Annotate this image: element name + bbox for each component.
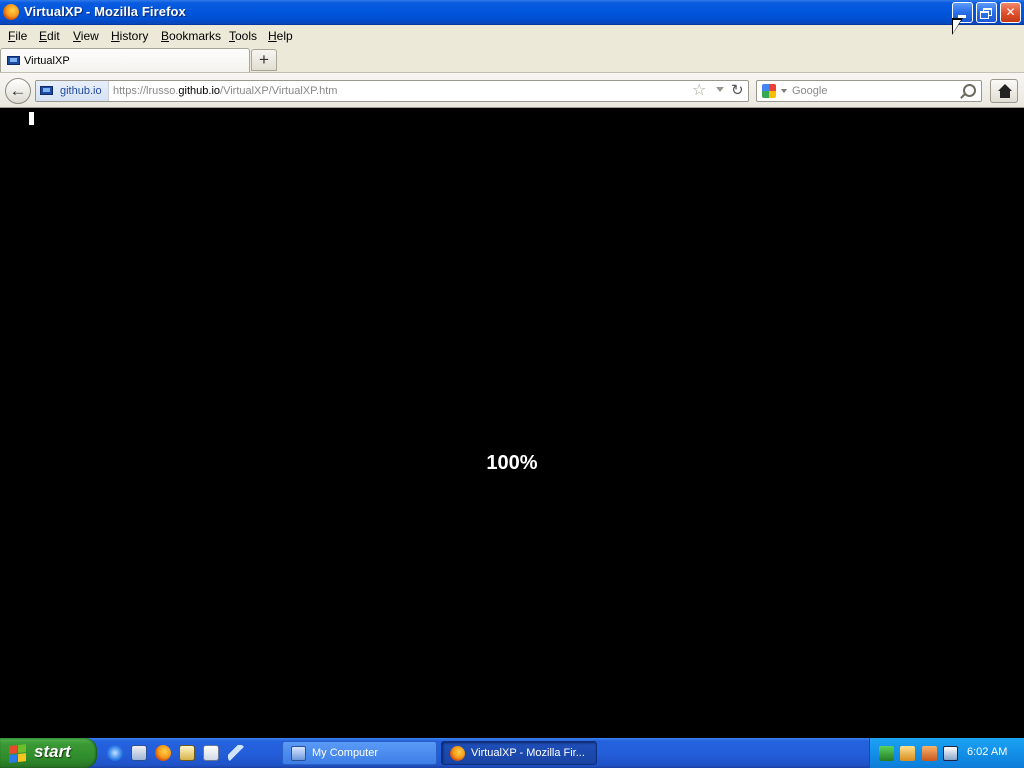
home-icon [998, 84, 1012, 91]
plane-icon[interactable] [228, 745, 244, 761]
url-path: /VirtualXP/VirtualXP.htm [220, 85, 338, 97]
tab-title: VirtualXP [24, 55, 70, 67]
loading-progress-text: 100% [486, 452, 538, 474]
url-host: github.io [178, 85, 221, 97]
taskbar: start My Computer VirtualXP - Mozilla Fi… [0, 738, 1024, 768]
new-tab-button[interactable]: + [251, 49, 277, 71]
clock[interactable]: 6:02 AM [967, 746, 1007, 758]
taskbar-button-my-computer[interactable]: My Computer [282, 741, 437, 765]
menu-help[interactable]: Help [268, 29, 293, 43]
identity-domain: github.io [60, 85, 102, 97]
google-icon[interactable] [762, 84, 776, 98]
menu-view[interactable]: View [73, 29, 99, 43]
navigation-toolbar: ← github.io https://lrusso.github.io/Vir… [0, 72, 1024, 108]
history-dropdown-icon[interactable] [716, 87, 724, 92]
start-button[interactable]: start [0, 738, 97, 768]
tray-media-icon[interactable] [922, 746, 937, 761]
search-placeholder: Google [792, 85, 828, 97]
taskbar-button-firefox[interactable]: VirtualXP - Mozilla Fir... [441, 741, 597, 765]
window-titlebar[interactable]: VirtualXP - Mozilla Firefox ✕ [0, 0, 1024, 25]
text-cursor [29, 112, 34, 125]
menu-edit[interactable]: Edit [39, 29, 60, 43]
system-tray: 6:02 AM [869, 738, 1024, 768]
start-label: start [34, 742, 71, 761]
restore-button[interactable] [976, 2, 997, 23]
desktop-screen: VirtualXP - Mozilla Firefox ✕ File Edit … [0, 0, 1024, 768]
menu-bookmarks[interactable]: Bookmarks [161, 29, 221, 43]
tab-strip: VirtualXP + [0, 46, 1024, 72]
reload-icon[interactable]: ↻ [731, 82, 744, 100]
task-label: VirtualXP - Mozilla Fir... [471, 747, 585, 759]
site-monitor-icon [40, 86, 53, 95]
back-button[interactable]: ← [5, 78, 31, 104]
url-bar[interactable]: github.io https://lrusso.github.io/Virtu… [35, 80, 749, 102]
task-label: My Computer [312, 747, 379, 759]
search-icon[interactable] [963, 84, 976, 97]
menu-bar: File Edit View History Bookmarks Tools H… [0, 25, 1024, 46]
url-text[interactable]: https://lrusso.github.io/VirtualXP/Virtu… [113, 85, 337, 97]
search-bar[interactable]: Google [756, 80, 982, 102]
back-arrow-icon: ← [9, 81, 27, 100]
site-monitor-icon [7, 56, 20, 65]
menu-tools[interactable]: Tools [229, 29, 257, 43]
tray-calendar-icon[interactable] [943, 746, 958, 761]
tab-virtualxp[interactable]: VirtualXP [0, 48, 250, 72]
windows-logo-icon [9, 744, 27, 763]
network-icon[interactable] [879, 746, 894, 761]
show-desktop-icon[interactable] [131, 745, 147, 761]
firefox-icon[interactable] [155, 745, 171, 761]
menu-file[interactable]: File [8, 29, 27, 43]
firefox-icon [450, 746, 465, 761]
restore-icon-back [980, 11, 989, 19]
home-icon-base [1000, 91, 1010, 98]
tray-app-icon[interactable] [900, 746, 915, 761]
window-title: VirtualXP - Mozilla Firefox [24, 4, 186, 19]
ie-icon[interactable] [107, 745, 123, 761]
mouse-pointer-icon [952, 18, 963, 35]
url-prefix: https://lrusso. [113, 85, 179, 97]
site-identity-button[interactable]: github.io [36, 81, 109, 101]
page-content[interactable]: 100% [0, 108, 1024, 738]
notes-icon[interactable] [179, 745, 195, 761]
my-computer-icon [291, 746, 306, 761]
bookmark-star-icon[interactable]: ☆ [692, 82, 706, 100]
firefox-icon [3, 4, 19, 20]
menu-history[interactable]: History [111, 29, 148, 43]
home-button[interactable] [990, 79, 1018, 103]
close-button[interactable]: ✕ [1000, 2, 1021, 23]
search-icon[interactable] [203, 745, 219, 761]
search-engine-dropdown-icon[interactable] [781, 89, 787, 93]
